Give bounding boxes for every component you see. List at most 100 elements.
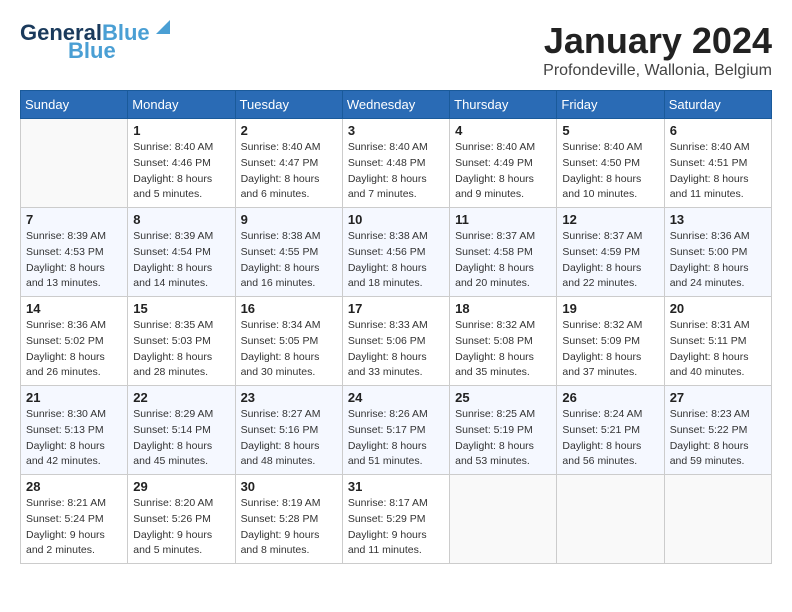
calendar-cell: 22 Sunrise: 8:29 AMSunset: 5:14 PMDayligh… (128, 386, 235, 475)
calendar-cell: 21 Sunrise: 8:30 AMSunset: 5:13 PMDayligh… (21, 386, 128, 475)
day-info: Sunrise: 8:23 AMSunset: 5:22 PMDaylight:… (670, 407, 766, 470)
calendar-week-row: 1Sunrise: 8:40 AMSunset: 4:46 PMDaylight… (21, 119, 772, 208)
weekday-header-friday: Friday (557, 91, 664, 119)
day-number: 27 (670, 390, 766, 405)
day-info: Sunrise: 8:32 AMSunset: 5:09 PMDaylight:… (562, 318, 658, 381)
calendar-cell: 18 Sunrise: 8:32 AMSunset: 5:08 PMDayligh… (450, 297, 557, 386)
calendar-cell: 16Sunrise: 8:34 AMSunset: 5:05 PMDayligh… (235, 297, 342, 386)
calendar-cell: 5 Sunrise: 8:40 AMSunset: 4:50 PMDaylight… (557, 119, 664, 208)
day-info: Sunrise: 8:40 AMSunset: 4:50 PMDaylight:… (562, 140, 658, 203)
day-info: Sunrise: 8:24 AMSunset: 5:21 PMDaylight:… (562, 407, 658, 470)
day-info: Sunrise: 8:27 AMSunset: 5:16 PMDaylight:… (241, 407, 337, 470)
day-info: Sunrise: 8:30 AMSunset: 5:13 PMDaylight:… (26, 407, 122, 470)
day-number: 11 (455, 212, 551, 227)
calendar-cell: 31 Sunrise: 8:17 AMSunset: 5:29 PMDayligh… (342, 475, 449, 564)
day-number: 19 (562, 301, 658, 316)
day-info: Sunrise: 8:39 AMSunset: 4:53 PMDaylight:… (26, 229, 122, 292)
day-number: 3 (348, 123, 444, 138)
calendar-cell: 10 Sunrise: 8:38 AMSunset: 4:56 PMDayligh… (342, 208, 449, 297)
day-info: Sunrise: 8:29 AMSunset: 5:14 PMDaylight:… (133, 407, 229, 470)
calendar-cell: 20 Sunrise: 8:31 AMSunset: 5:11 PMDayligh… (664, 297, 771, 386)
calendar-cell (664, 475, 771, 564)
day-number: 18 (455, 301, 551, 316)
day-number: 22 (133, 390, 229, 405)
day-number: 1 (133, 123, 229, 138)
day-info: Sunrise: 8:37 AMSunset: 4:59 PMDaylight:… (562, 229, 658, 292)
day-info: Sunrise: 8:38 AMSunset: 4:55 PMDaylight:… (241, 229, 337, 292)
calendar-week-row: 7 Sunrise: 8:39 AMSunset: 4:53 PMDaylight… (21, 208, 772, 297)
calendar-cell: 7 Sunrise: 8:39 AMSunset: 4:53 PMDaylight… (21, 208, 128, 297)
calendar-cell: 6 Sunrise: 8:40 AMSunset: 4:51 PMDaylight… (664, 119, 771, 208)
day-number: 16 (241, 301, 337, 316)
weekday-header-tuesday: Tuesday (235, 91, 342, 119)
day-info: Sunrise: 8:31 AMSunset: 5:11 PMDaylight:… (670, 318, 766, 381)
calendar-cell: 27 Sunrise: 8:23 AMSunset: 5:22 PMDayligh… (664, 386, 771, 475)
day-info: Sunrise: 8:32 AMSunset: 5:08 PMDaylight:… (455, 318, 551, 381)
day-number: 8 (133, 212, 229, 227)
calendar-cell: 8 Sunrise: 8:39 AMSunset: 4:54 PMDaylight… (128, 208, 235, 297)
day-number: 26 (562, 390, 658, 405)
day-number: 6 (670, 123, 766, 138)
calendar-cell: 9 Sunrise: 8:38 AMSunset: 4:55 PMDaylight… (235, 208, 342, 297)
calendar-cell: 2 Sunrise: 8:40 AMSunset: 4:47 PMDaylight… (235, 119, 342, 208)
day-info: Sunrise: 8:35 AMSunset: 5:03 PMDaylight:… (133, 318, 229, 381)
logo-blue-text: Blue (68, 38, 116, 64)
logo-arrow-icon (152, 16, 174, 38)
calendar-cell: 30 Sunrise: 8:19 AMSunset: 5:28 PMDayligh… (235, 475, 342, 564)
day-info: Sunrise: 8:25 AMSunset: 5:19 PMDaylight:… (455, 407, 551, 470)
weekday-header-sunday: Sunday (21, 91, 128, 119)
calendar-cell: 25Sunrise: 8:25 AMSunset: 5:19 PMDayligh… (450, 386, 557, 475)
day-info: Sunrise: 8:40 AMSunset: 4:47 PMDaylight:… (241, 140, 337, 203)
day-number: 5 (562, 123, 658, 138)
day-info: Sunrise: 8:36 AMSunset: 5:00 PMDaylight:… (670, 229, 766, 292)
day-info: Sunrise: 8:40 AMSunset: 4:48 PMDaylight:… (348, 140, 444, 203)
day-number: 2 (241, 123, 337, 138)
day-number: 9 (241, 212, 337, 227)
day-info: Sunrise: 8:38 AMSunset: 4:56 PMDaylight:… (348, 229, 444, 292)
calendar-cell (450, 475, 557, 564)
weekday-header-thursday: Thursday (450, 91, 557, 119)
day-number: 23 (241, 390, 337, 405)
day-info: Sunrise: 8:40 AMSunset: 4:51 PMDaylight:… (670, 140, 766, 203)
calendar-cell: 15 Sunrise: 8:35 AMSunset: 5:03 PMDayligh… (128, 297, 235, 386)
day-info: Sunrise: 8:21 AMSunset: 5:24 PMDaylight:… (26, 496, 122, 559)
day-info: Sunrise: 8:36 AMSunset: 5:02 PMDaylight:… (26, 318, 122, 381)
day-number: 7 (26, 212, 122, 227)
day-number: 14 (26, 301, 122, 316)
day-number: 15 (133, 301, 229, 316)
title-area: January 2024 Profondeville, Wallonia, Be… (543, 20, 772, 80)
day-number: 10 (348, 212, 444, 227)
calendar-header-row: SundayMondayTuesdayWednesdayThursdayFrid… (21, 91, 772, 119)
day-info: Sunrise: 8:17 AMSunset: 5:29 PMDaylight:… (348, 496, 444, 559)
day-number: 31 (348, 479, 444, 494)
calendar-cell: 12 Sunrise: 8:37 AMSunset: 4:59 PMDayligh… (557, 208, 664, 297)
calendar-cell: 17 Sunrise: 8:33 AMSunset: 5:06 PMDayligh… (342, 297, 449, 386)
day-info: Sunrise: 8:33 AMSunset: 5:06 PMDaylight:… (348, 318, 444, 381)
calendar-cell: 26 Sunrise: 8:24 AMSunset: 5:21 PMDayligh… (557, 386, 664, 475)
day-info: Sunrise: 8:19 AMSunset: 5:28 PMDaylight:… (241, 496, 337, 559)
calendar-table: SundayMondayTuesdayWednesdayThursdayFrid… (20, 90, 772, 564)
day-number: 28 (26, 479, 122, 494)
calendar-cell (557, 475, 664, 564)
month-title: January 2024 (543, 20, 772, 62)
calendar-cell: 23 Sunrise: 8:27 AMSunset: 5:16 PMDayligh… (235, 386, 342, 475)
logo: GeneralBlue Blue (20, 20, 174, 64)
calendar-cell: 11Sunrise: 8:37 AMSunset: 4:58 PMDayligh… (450, 208, 557, 297)
calendar-cell: 19 Sunrise: 8:32 AMSunset: 5:09 PMDayligh… (557, 297, 664, 386)
day-number: 24 (348, 390, 444, 405)
day-number: 20 (670, 301, 766, 316)
calendar-cell: 29Sunrise: 8:20 AMSunset: 5:26 PMDayligh… (128, 475, 235, 564)
day-number: 13 (670, 212, 766, 227)
day-number: 12 (562, 212, 658, 227)
calendar-cell: 28 Sunrise: 8:21 AMSunset: 5:24 PMDayligh… (21, 475, 128, 564)
calendar-cell: 24Sunrise: 8:26 AMSunset: 5:17 PMDayligh… (342, 386, 449, 475)
day-number: 21 (26, 390, 122, 405)
day-info: Sunrise: 8:40 AMSunset: 4:49 PMDaylight:… (455, 140, 551, 203)
page-header: GeneralBlue Blue January 2024 Profondevi… (20, 20, 772, 80)
calendar-cell: 13 Sunrise: 8:36 AMSunset: 5:00 PMDayligh… (664, 208, 771, 297)
weekday-header-saturday: Saturday (664, 91, 771, 119)
day-number: 17 (348, 301, 444, 316)
day-number: 30 (241, 479, 337, 494)
day-info: Sunrise: 8:39 AMSunset: 4:54 PMDaylight:… (133, 229, 229, 292)
day-info: Sunrise: 8:20 AMSunset: 5:26 PMDaylight:… (133, 496, 229, 559)
